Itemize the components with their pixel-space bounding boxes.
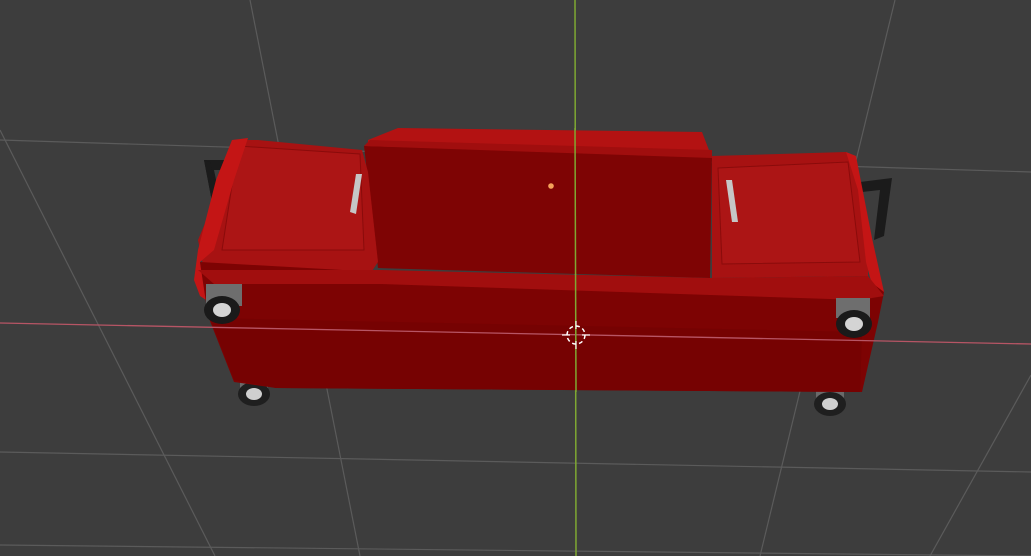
3d-viewport[interactable] — [0, 0, 1031, 556]
grid-line — [0, 129, 216, 556]
grid-line — [0, 451, 1031, 473]
left-lid-panel — [221, 145, 365, 251]
caster-wheel-front-left[interactable] — [204, 284, 242, 324]
caster-wheel-front-right[interactable] — [836, 298, 872, 338]
raised-lid-front[interactable] — [364, 146, 712, 278]
grid-line — [929, 374, 1031, 556]
object-origin-icon[interactable] — [548, 183, 554, 189]
grid-line — [0, 544, 1031, 556]
toolbox-model[interactable] — [194, 128, 884, 392]
right-lid-panel — [717, 161, 861, 265]
y-axis-overlay — [574, 127, 577, 393]
viewport-canvas[interactable] — [0, 0, 1031, 556]
